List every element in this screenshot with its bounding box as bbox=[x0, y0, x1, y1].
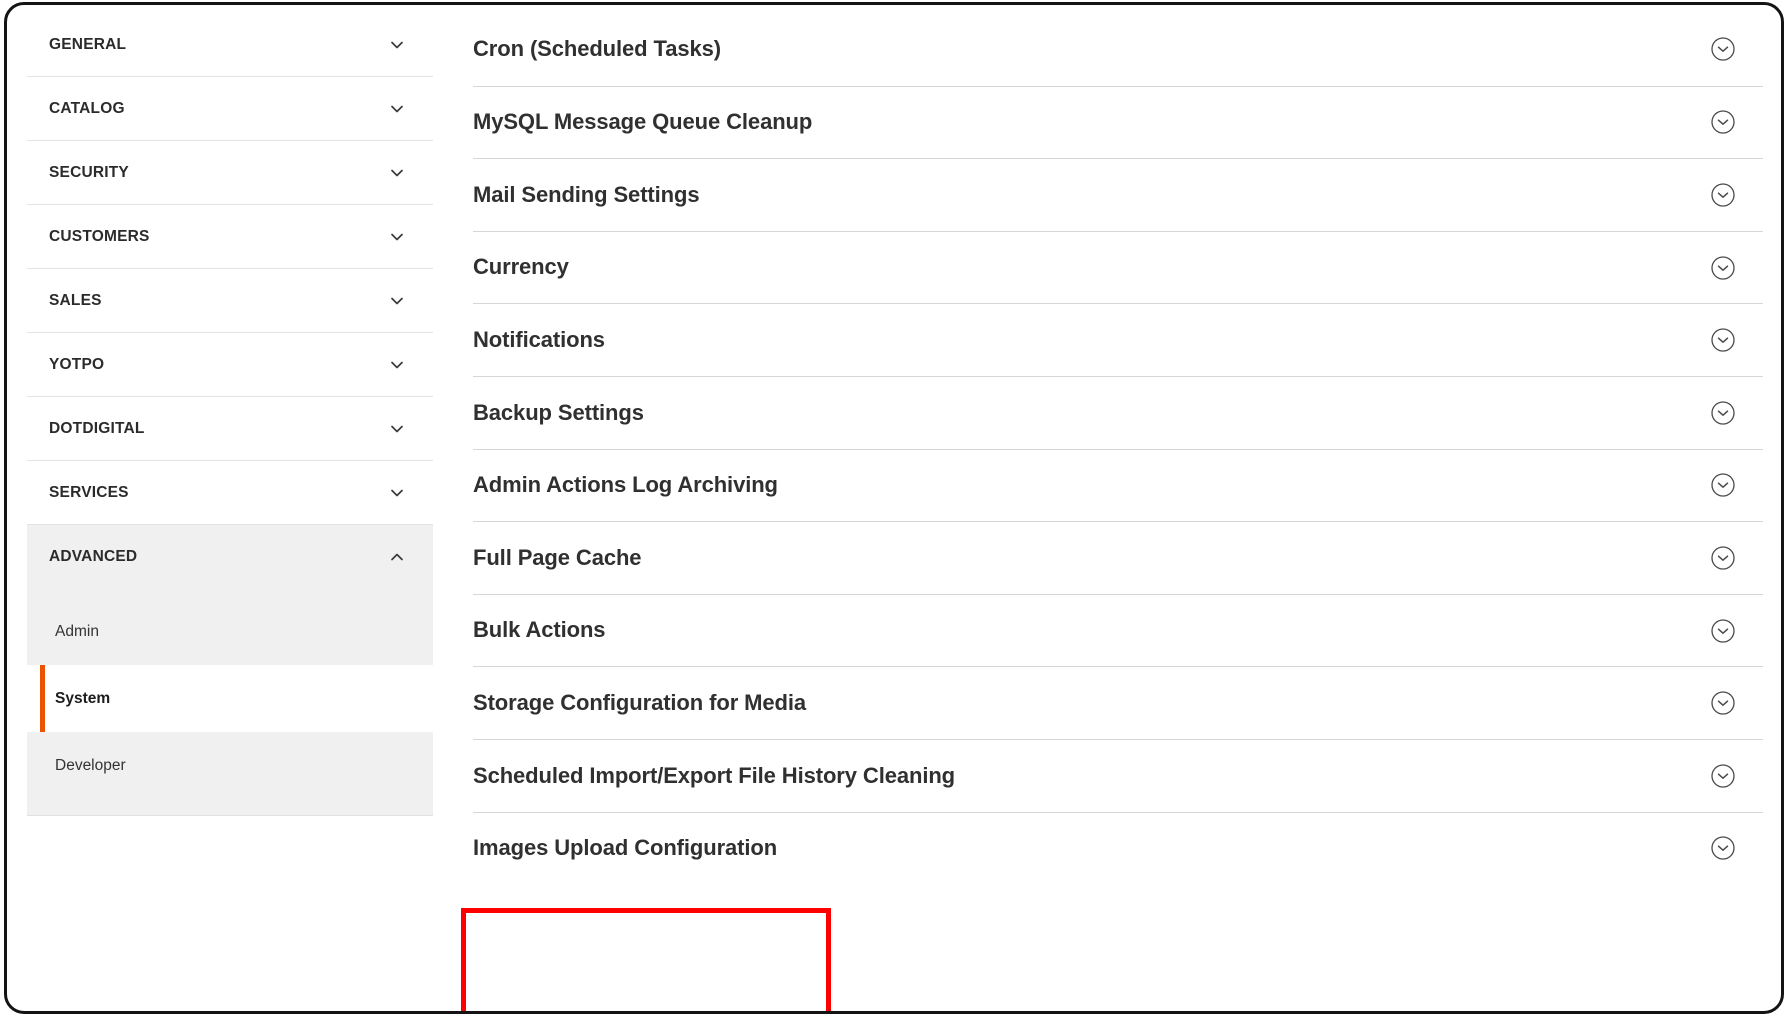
sidebar-section-label: SECURITY bbox=[49, 163, 129, 181]
config-group-row[interactable]: Storage Configuration for Media bbox=[473, 666, 1763, 739]
config-group-row[interactable]: Cron (Scheduled Tasks) bbox=[473, 13, 1763, 86]
config-group-title: Cron (Scheduled Tasks) bbox=[473, 36, 721, 62]
sidebar-submenu-advanced: Admin System Developer bbox=[27, 588, 433, 815]
config-group-row[interactable]: Mail Sending Settings bbox=[473, 158, 1763, 231]
config-group-list: Cron (Scheduled Tasks) MySQL Message Queu… bbox=[473, 13, 1763, 884]
config-group-title: Mail Sending Settings bbox=[473, 181, 700, 207]
sidebar-section-header-dotdigital[interactable]: DOTDIGITAL bbox=[27, 397, 433, 460]
config-group-row[interactable]: Full Page Cache bbox=[473, 521, 1763, 594]
config-sidebar: GENERAL CATALOG SECURITY CUSTOMERS SALES YOTP… bbox=[27, 13, 433, 816]
chevron-down-circle-icon[interactable] bbox=[1711, 255, 1735, 280]
sidebar-section-advanced: ADVANCED Admin System Developer bbox=[27, 525, 433, 816]
sidebar-section-label: CUSTOMERS bbox=[49, 227, 150, 245]
config-group-title: Notifications bbox=[473, 327, 605, 353]
sidebar-item-label: System bbox=[55, 689, 111, 707]
config-group-title: Backup Settings bbox=[473, 399, 644, 425]
config-group-row[interactable]: Currency bbox=[473, 230, 1763, 304]
sidebar-section-header-services[interactable]: SERVICES bbox=[27, 461, 433, 524]
config-group-row[interactable]: Scheduled Import/Export File History Cle… bbox=[473, 738, 1763, 812]
sidebar-section-header-sales[interactable]: SALES bbox=[27, 269, 433, 332]
chevron-down-icon[interactable] bbox=[389, 293, 405, 309]
chevron-down-circle-icon[interactable] bbox=[1711, 401, 1735, 425]
config-group-title: Bulk Actions bbox=[473, 617, 606, 643]
chevron-down-icon[interactable] bbox=[389, 165, 405, 181]
sidebar-section-sales: SALES bbox=[27, 269, 433, 333]
highlight-annotation-box bbox=[461, 908, 831, 1011]
config-group-title: Admin Actions Log Archiving bbox=[473, 472, 778, 498]
config-group-title: Storage Configuration for Media bbox=[473, 690, 807, 716]
chevron-down-icon[interactable] bbox=[389, 229, 405, 245]
config-group-row[interactable]: MySQL Message Queue Cleanup bbox=[473, 85, 1763, 159]
sidebar-section-dotdigital: DOTDIGITAL bbox=[27, 397, 433, 461]
sidebar-section-header-yotpo[interactable]: YOTPO bbox=[27, 333, 433, 396]
sidebar-section-general: GENERAL bbox=[27, 13, 433, 77]
config-group-title: Images Upload Configuration bbox=[473, 835, 778, 861]
sidebar-item-label: Admin bbox=[55, 622, 99, 640]
config-group-title: MySQL Message Queue Cleanup bbox=[473, 109, 813, 135]
chevron-down-icon[interactable] bbox=[389, 37, 405, 53]
config-group-row[interactable]: Notifications bbox=[473, 303, 1763, 376]
sidebar-section-header-advanced[interactable]: ADVANCED bbox=[27, 525, 433, 588]
config-group-row[interactable]: Bulk Actions bbox=[473, 593, 1763, 667]
chevron-down-circle-icon[interactable] bbox=[1711, 473, 1735, 498]
chevron-down-circle-icon[interactable] bbox=[1711, 546, 1735, 570]
chevron-up-icon[interactable] bbox=[389, 549, 405, 565]
sidebar-item-system[interactable]: System bbox=[27, 665, 433, 732]
chevron-down-icon[interactable] bbox=[389, 357, 405, 373]
sidebar-section-services: SERVICES bbox=[27, 461, 433, 525]
config-group-row[interactable]: Backup Settings bbox=[473, 375, 1763, 449]
sidebar-section-label: DOTDIGITAL bbox=[49, 419, 145, 437]
screenshot-frame: GENERAL CATALOG SECURITY CUSTOMERS SALES YOTP… bbox=[4, 2, 1784, 1014]
chevron-down-circle-icon[interactable] bbox=[1711, 183, 1735, 207]
chevron-down-icon[interactable] bbox=[389, 485, 405, 501]
sidebar-section-label: YOTPO bbox=[49, 355, 105, 373]
sidebar-section-security: SECURITY bbox=[27, 141, 433, 205]
sidebar-section-header-customers[interactable]: CUSTOMERS bbox=[27, 205, 433, 268]
sidebar-section-label: ADVANCED bbox=[49, 547, 138, 565]
sidebar-section-yotpo: YOTPO bbox=[27, 333, 433, 397]
sidebar-section-header-catalog[interactable]: CATALOG bbox=[27, 77, 433, 140]
sidebar-section-label: SERVICES bbox=[49, 483, 129, 501]
sidebar-section-label: SALES bbox=[49, 291, 102, 309]
config-group-title: Scheduled Import/Export File History Cle… bbox=[473, 762, 956, 788]
config-group-title: Currency bbox=[473, 254, 569, 280]
chevron-down-circle-icon[interactable] bbox=[1711, 836, 1735, 860]
chevron-down-icon[interactable] bbox=[389, 101, 405, 117]
sidebar-section-customers: CUSTOMERS bbox=[27, 205, 433, 269]
chevron-down-icon[interactable] bbox=[389, 421, 405, 437]
chevron-down-circle-icon[interactable] bbox=[1711, 328, 1735, 352]
chevron-down-circle-icon[interactable] bbox=[1711, 618, 1735, 643]
chevron-down-circle-icon[interactable] bbox=[1711, 37, 1735, 61]
sidebar-section-header-security[interactable]: SECURITY bbox=[27, 141, 433, 204]
config-group-row[interactable]: Images Upload Configuration bbox=[473, 811, 1763, 885]
config-group-row[interactable]: Admin Actions Log Archiving bbox=[473, 448, 1763, 522]
sidebar-section-label: CATALOG bbox=[49, 99, 125, 117]
sidebar-item-developer[interactable]: Developer bbox=[27, 732, 433, 799]
sidebar-item-label: Developer bbox=[55, 756, 126, 774]
sidebar-section-header-general[interactable]: GENERAL bbox=[27, 13, 433, 76]
chevron-down-circle-icon[interactable] bbox=[1711, 691, 1735, 715]
chevron-down-circle-icon[interactable] bbox=[1711, 764, 1735, 788]
sidebar-section-catalog: CATALOG bbox=[27, 77, 433, 141]
config-group-title: Full Page Cache bbox=[473, 544, 642, 570]
sidebar-item-admin[interactable]: Admin bbox=[27, 598, 433, 665]
sidebar-section-label: GENERAL bbox=[49, 35, 127, 53]
chevron-down-circle-icon[interactable] bbox=[1711, 110, 1735, 135]
